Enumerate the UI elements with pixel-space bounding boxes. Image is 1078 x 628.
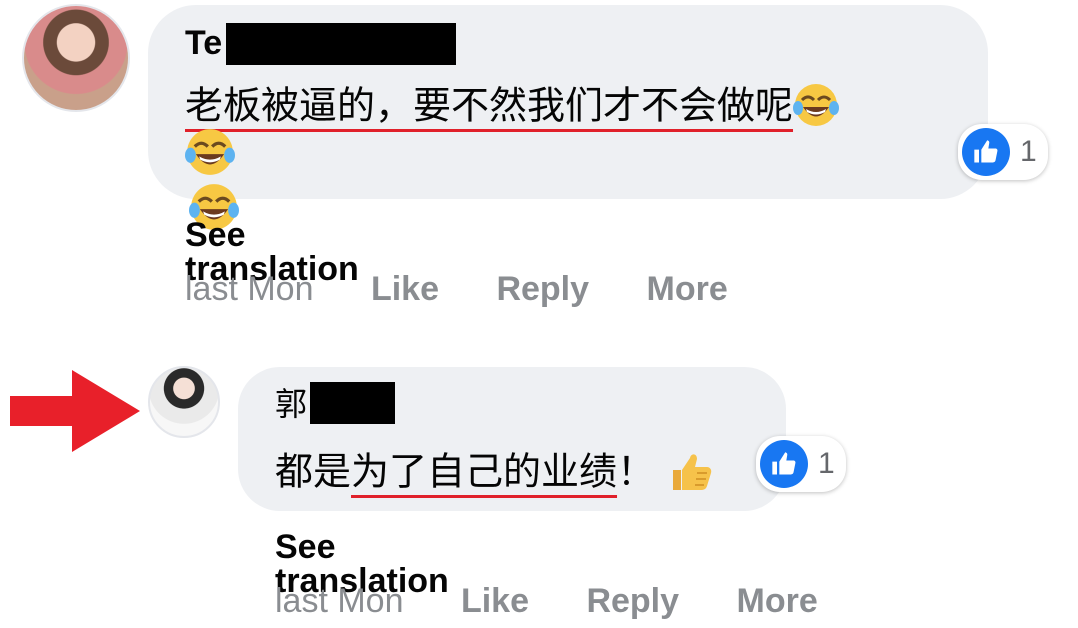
- thumbs-up-icon: [760, 440, 808, 488]
- tears-of-joy-emoji: [793, 82, 840, 135]
- comment-actions: last Mon Like Reply More: [185, 272, 728, 306]
- comment-text-prefix: 都是: [275, 451, 352, 494]
- avatar[interactable]: [22, 4, 130, 112]
- reaction-summary[interactable]: 1: [958, 124, 1048, 180]
- like-button[interactable]: Like: [371, 272, 439, 306]
- redaction-block: [310, 382, 395, 424]
- comment-text-trailing: ！: [617, 451, 656, 494]
- red-arrow-icon: [10, 370, 140, 457]
- avatar[interactable]: [148, 366, 220, 438]
- more-button[interactable]: More: [737, 584, 818, 618]
- reaction-summary[interactable]: 1: [756, 436, 846, 492]
- underlined-text: 为了自己的业绩: [351, 451, 618, 494]
- comment-author[interactable]: 郭: [275, 388, 307, 420]
- reaction-count: 1: [1020, 135, 1037, 168]
- underlined-text: 老板被逼的，要不然我们才不会做呢: [185, 85, 794, 128]
- reply-button[interactable]: Reply: [496, 272, 589, 306]
- thumbs-up-icon: [962, 128, 1010, 176]
- timestamp[interactable]: last Mon: [185, 272, 314, 306]
- comment-text: 老板被逼的，要不然我们才不会做呢: [185, 82, 840, 135]
- thumbs-up-emoji: [667, 446, 717, 503]
- timestamp[interactable]: last Mon: [275, 584, 404, 618]
- comment-text: 都是为了自己的业绩！: [275, 446, 717, 503]
- comment-author[interactable]: Te: [185, 26, 222, 60]
- comment-actions: last Mon Like Reply More: [275, 584, 818, 618]
- like-button[interactable]: Like: [461, 584, 529, 618]
- redaction-block: [226, 23, 456, 65]
- reply-button[interactable]: Reply: [586, 584, 679, 618]
- more-button[interactable]: More: [647, 272, 728, 306]
- reaction-count: 1: [818, 447, 835, 480]
- tears-of-joy-emoji: [185, 127, 235, 182]
